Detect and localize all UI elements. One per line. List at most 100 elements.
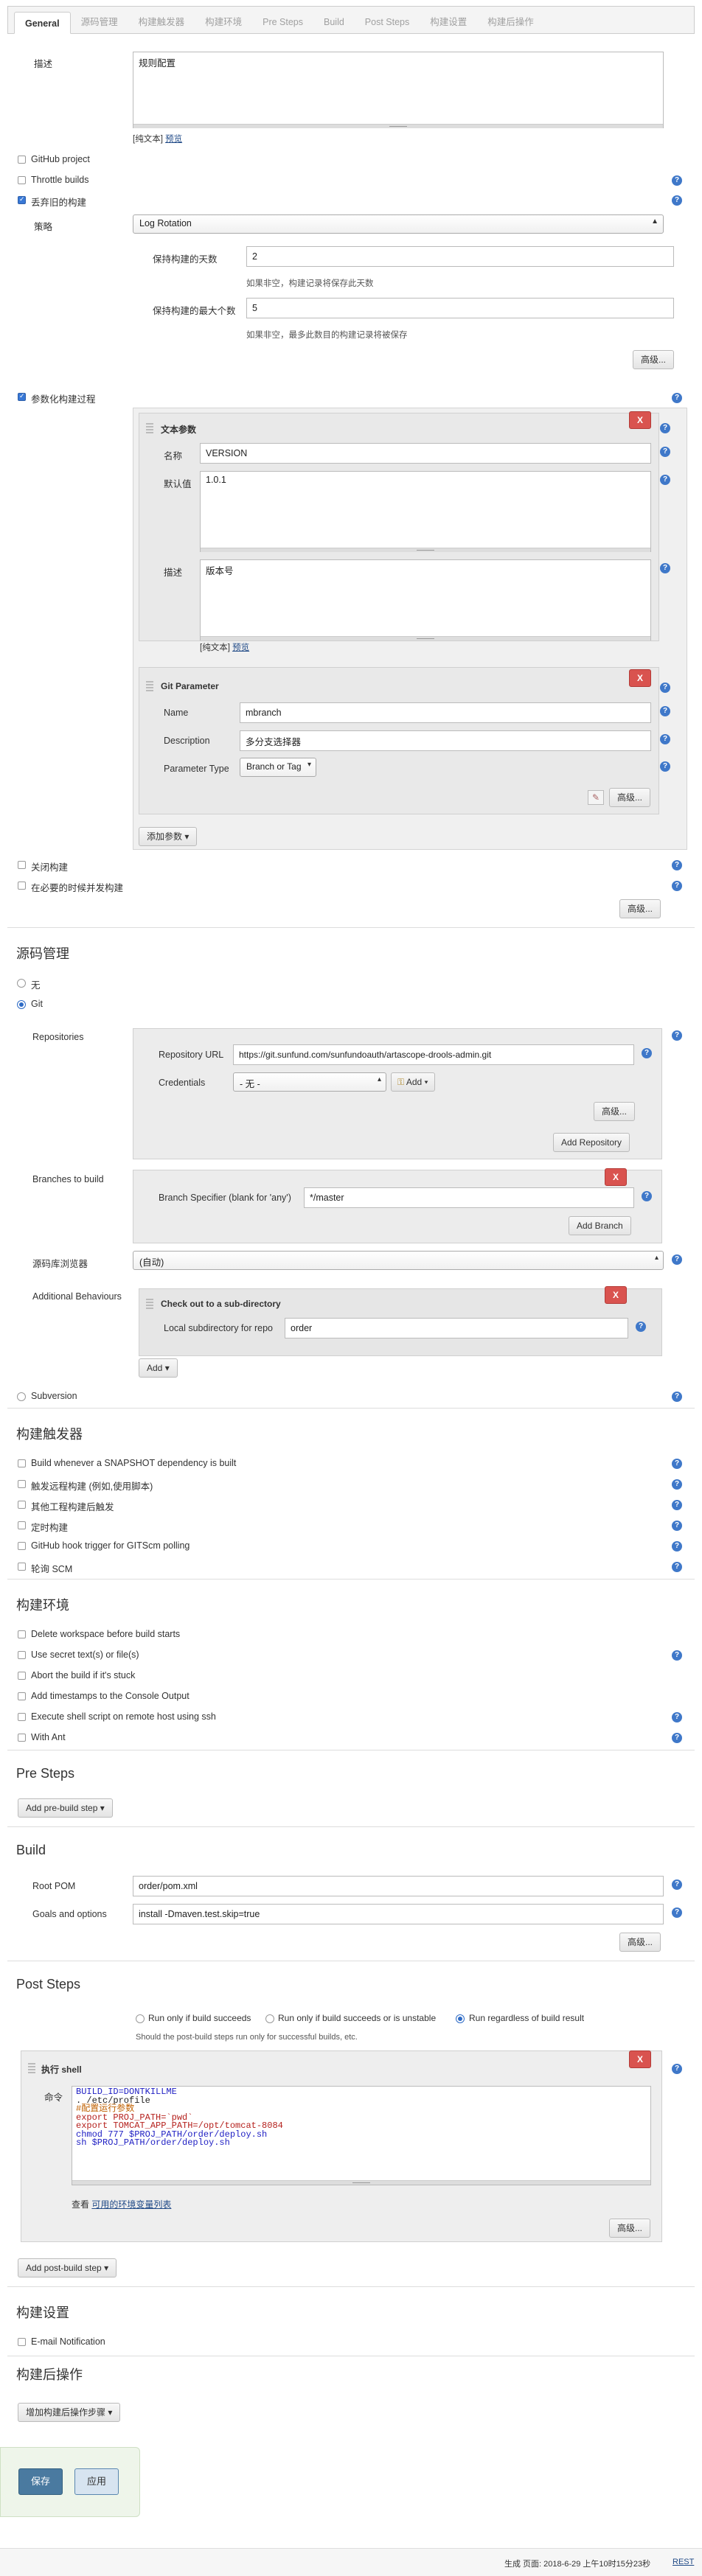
git-name-input[interactable] bbox=[240, 702, 651, 723]
help-icon[interactable]: ? bbox=[672, 1254, 682, 1265]
tab-presteps[interactable]: Pre Steps bbox=[252, 11, 313, 33]
tab-env[interactable]: 构建环境 bbox=[195, 11, 252, 33]
add-credentials-button[interactable]: ⚿ Add ▾ bbox=[391, 1072, 435, 1092]
trigger-checkbox[interactable] bbox=[18, 1563, 26, 1571]
desc-resize-handle[interactable] bbox=[201, 636, 650, 640]
strategy-select[interactable]: Log Rotation ▲ bbox=[133, 214, 664, 234]
env-checkbox[interactable] bbox=[18, 1630, 26, 1638]
help-icon[interactable]: ? bbox=[642, 1048, 652, 1058]
help-icon[interactable]: ? bbox=[672, 1650, 682, 1661]
help-icon[interactable]: ? bbox=[672, 1521, 682, 1531]
description-resize-handle[interactable] bbox=[133, 124, 663, 128]
repo-browser-select[interactable]: (自动) ▴ bbox=[133, 1251, 664, 1270]
tab-triggers[interactable]: 构建触发器 bbox=[128, 11, 195, 33]
trigger-checkbox[interactable] bbox=[18, 1501, 26, 1509]
trigger-checkbox[interactable] bbox=[18, 1521, 26, 1529]
drag-handle-icon[interactable] bbox=[28, 2063, 35, 2075]
apply-button[interactable]: 应用 bbox=[74, 2468, 119, 2495]
env-checkbox[interactable] bbox=[18, 1713, 26, 1721]
general-advanced-button[interactable]: 高级... bbox=[619, 899, 661, 918]
help-icon[interactable]: ? bbox=[672, 393, 682, 403]
trigger-checkbox[interactable] bbox=[18, 1459, 26, 1467]
param-desc-textarea[interactable] bbox=[200, 559, 651, 640]
help-icon[interactable]: ? bbox=[672, 195, 682, 206]
email-notification-checkbox[interactable] bbox=[18, 2338, 26, 2346]
run-if-unstable-radio[interactable] bbox=[265, 2014, 274, 2023]
preview-link[interactable]: 预览 bbox=[232, 643, 249, 652]
scm-git-radio[interactable] bbox=[17, 1000, 26, 1009]
subdir-input[interactable] bbox=[285, 1318, 628, 1338]
tab-settings[interactable]: 构建设置 bbox=[420, 11, 477, 33]
help-icon[interactable]: ? bbox=[672, 1459, 682, 1469]
disable-build-checkbox[interactable] bbox=[18, 861, 26, 869]
root-pom-input[interactable] bbox=[133, 1876, 664, 1896]
tab-general[interactable]: General bbox=[14, 12, 71, 34]
tab-postbuild[interactable]: 构建后操作 bbox=[477, 11, 544, 33]
tab-scm[interactable]: 源码管理 bbox=[71, 11, 128, 33]
discard-advanced-button[interactable]: 高级... bbox=[633, 350, 675, 369]
discard-old-checkbox[interactable] bbox=[18, 195, 26, 204]
rest-link[interactable]: REST bbox=[673, 2558, 694, 2566]
shell-advanced-button[interactable]: 高级... bbox=[609, 2219, 651, 2238]
env-vars-link[interactable]: 可用的环境变量列表 bbox=[91, 2199, 171, 2210]
help-icon[interactable]: ? bbox=[672, 1479, 682, 1490]
help-icon[interactable]: ? bbox=[672, 1541, 682, 1551]
goals-input[interactable] bbox=[133, 1904, 664, 1924]
parameterized-checkbox[interactable] bbox=[18, 392, 26, 401]
drag-handle-icon[interactable] bbox=[146, 681, 153, 693]
env-checkbox[interactable] bbox=[18, 1651, 26, 1659]
delete-behaviour-button[interactable]: X bbox=[605, 1286, 627, 1304]
help-icon[interactable]: ? bbox=[660, 706, 670, 716]
help-icon[interactable]: ? bbox=[672, 1500, 682, 1510]
git-desc-input[interactable] bbox=[240, 730, 651, 751]
build-advanced-button[interactable]: 高级... bbox=[619, 1933, 661, 1952]
help-icon[interactable]: ? bbox=[660, 447, 670, 457]
add-parameter-button[interactable]: 添加参数 ▾ bbox=[139, 827, 198, 846]
help-icon[interactable]: ? bbox=[660, 734, 670, 744]
run-if-success-radio[interactable] bbox=[136, 2014, 145, 2023]
max-builds-input[interactable] bbox=[246, 298, 674, 318]
add-behaviour-button[interactable]: Add ▾ bbox=[139, 1358, 178, 1378]
github-project-checkbox[interactable] bbox=[18, 156, 26, 164]
help-icon[interactable]: ? bbox=[660, 563, 670, 573]
help-icon[interactable]: ? bbox=[672, 2064, 682, 2074]
branch-spec-input[interactable] bbox=[304, 1187, 634, 1208]
description-textarea[interactable] bbox=[133, 52, 664, 128]
help-icon[interactable]: ? bbox=[672, 881, 682, 891]
days-input[interactable] bbox=[246, 246, 674, 267]
help-icon[interactable]: ? bbox=[672, 1562, 682, 1572]
help-icon[interactable]: ? bbox=[660, 423, 670, 433]
trigger-checkbox[interactable] bbox=[18, 1480, 26, 1488]
trigger-checkbox[interactable] bbox=[18, 1542, 26, 1550]
help-icon[interactable]: ? bbox=[672, 1733, 682, 1743]
add-post-build-step-button[interactable]: Add post-build step ▾ bbox=[18, 2258, 117, 2277]
help-icon[interactable]: ? bbox=[672, 175, 682, 186]
help-icon[interactable]: ? bbox=[672, 1392, 682, 1402]
edit-icon[interactable]: ✎ bbox=[588, 790, 604, 805]
env-checkbox[interactable] bbox=[18, 1734, 26, 1742]
delete-string-param-button[interactable]: X bbox=[629, 411, 651, 429]
help-icon[interactable]: ? bbox=[660, 683, 670, 693]
throttle-builds-checkbox[interactable] bbox=[18, 176, 26, 184]
delete-branch-button[interactable]: X bbox=[605, 1168, 627, 1186]
help-icon[interactable]: ? bbox=[672, 1712, 682, 1722]
help-icon[interactable]: ? bbox=[672, 1907, 682, 1918]
help-icon[interactable]: ? bbox=[672, 1879, 682, 1890]
env-checkbox[interactable] bbox=[18, 1672, 26, 1680]
save-button[interactable]: 保存 bbox=[18, 2468, 63, 2495]
drag-handle-icon[interactable] bbox=[146, 423, 153, 435]
param-default-textarea[interactable] bbox=[200, 471, 651, 552]
scm-none-radio[interactable] bbox=[17, 979, 26, 988]
add-pre-build-step-button[interactable]: Add pre-build step ▾ bbox=[18, 1798, 113, 1818]
git-param-advanced-button[interactable]: 高级... bbox=[609, 788, 651, 807]
param-name-input[interactable] bbox=[200, 443, 651, 464]
help-icon[interactable]: ? bbox=[660, 475, 670, 485]
repo-url-input[interactable] bbox=[233, 1044, 634, 1065]
tab-build[interactable]: Build bbox=[313, 11, 355, 33]
delete-git-param-button[interactable]: X bbox=[629, 669, 651, 687]
help-icon[interactable]: ? bbox=[672, 860, 682, 870]
tab-poststeps[interactable]: Post Steps bbox=[355, 11, 420, 33]
repo-advanced-button[interactable]: 高级... bbox=[594, 1102, 636, 1121]
concurrent-checkbox[interactable] bbox=[18, 882, 26, 890]
default-resize-handle[interactable] bbox=[201, 548, 650, 552]
